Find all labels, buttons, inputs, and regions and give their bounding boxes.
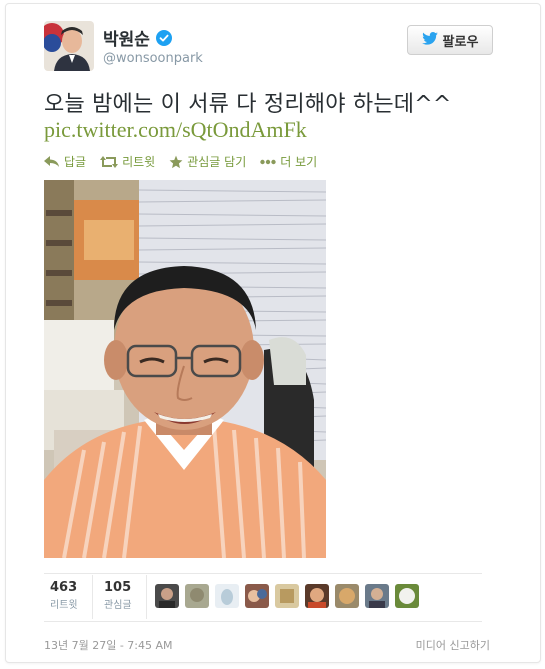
name-row: 박원순 — [103, 25, 172, 50]
favoriter-avatar[interactable] — [365, 584, 389, 608]
favoriter-avatar[interactable] — [215, 584, 239, 608]
verified-badge-icon — [155, 29, 172, 46]
more-label: 더 보기 — [280, 155, 318, 169]
retweet-stat[interactable]: 463 리트윗 — [50, 580, 78, 611]
favoriter-avatar[interactable] — [395, 584, 419, 608]
tweet-text: 오늘 밤에는 이 서류 다 정리해야 하는데^^ — [44, 92, 452, 117]
reply-button[interactable]: 답글 — [44, 153, 86, 170]
tweet-media-link[interactable]: pic.twitter.com/sQtOndAmFk — [44, 117, 307, 143]
reply-label: 답글 — [64, 155, 87, 169]
stat-separator — [92, 575, 93, 619]
stats-divider-top — [44, 573, 482, 574]
twitter-bird-icon — [421, 31, 438, 49]
favoriter-avatar[interactable] — [275, 584, 299, 608]
favorite-count-label: 관심글 — [104, 600, 132, 611]
favorite-button[interactable]: 관심글 담기 — [169, 153, 246, 170]
reply-icon — [44, 155, 60, 168]
retweet-count-label: 리트윗 — [50, 600, 78, 611]
tweet-photo[interactable] — [44, 180, 326, 558]
tweet-actions: 답글 리트윗 관심글 담기 더 보기 — [44, 153, 317, 170]
favorite-label: 관심글 담기 — [187, 155, 247, 169]
favoriter-avatar[interactable] — [245, 584, 269, 608]
more-icon — [260, 159, 276, 165]
favorite-stat[interactable]: 105 관심글 — [104, 580, 132, 611]
favorite-count: 105 — [104, 580, 132, 595]
favoriter-avatar[interactable] — [335, 584, 359, 608]
avatar[interactable] — [44, 21, 94, 71]
display-name[interactable]: 박원순 — [103, 25, 150, 50]
stats-divider-bottom — [44, 621, 482, 622]
favoriter-avatar[interactable] — [305, 584, 329, 608]
more-button[interactable]: 더 보기 — [260, 153, 317, 170]
star-icon — [169, 155, 183, 169]
follow-button[interactable]: 팔로우 — [407, 25, 493, 55]
retweet-icon — [100, 155, 119, 168]
stat-separator — [146, 575, 147, 619]
favoriter-avatars — [155, 584, 419, 608]
retweet-button[interactable]: 리트윗 — [100, 153, 155, 170]
tweet-timestamp[interactable]: 13년 7월 27일 - 7:45 AM — [44, 637, 173, 653]
retweet-count: 463 — [50, 580, 78, 595]
retweet-label: 리트윗 — [122, 155, 156, 169]
username[interactable]: @wonsoonpark — [103, 51, 203, 66]
report-media-link[interactable]: 미디어 신고하기 — [416, 637, 490, 653]
follow-button-label: 팔로우 — [442, 34, 479, 50]
favoriter-avatar[interactable] — [185, 584, 209, 608]
favoriter-avatar[interactable] — [155, 584, 179, 608]
